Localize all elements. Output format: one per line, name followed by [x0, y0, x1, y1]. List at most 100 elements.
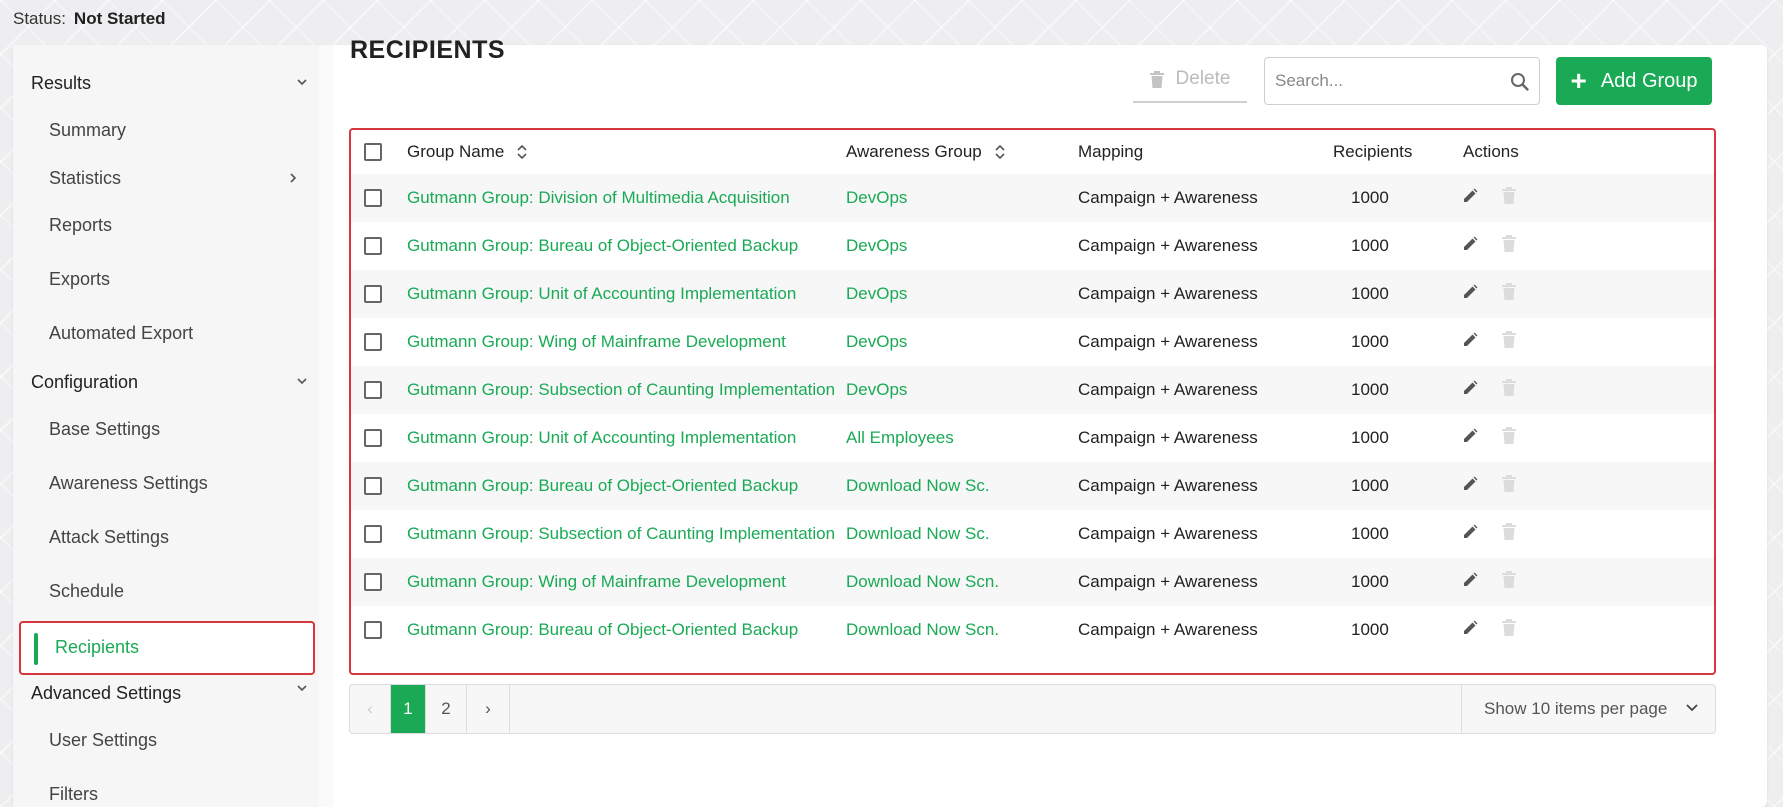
- sidebar-item-reports[interactable]: Reports: [49, 203, 299, 247]
- edit-icon[interactable]: [1462, 236, 1478, 252]
- search-box[interactable]: [1264, 57, 1540, 105]
- chevron-right-icon: [290, 173, 297, 183]
- edit-icon[interactable]: [1462, 476, 1478, 492]
- delete-row-icon[interactable]: [1502, 427, 1516, 444]
- table-row: Gutmann Group: Bureau of Object-Oriented…: [351, 222, 1714, 270]
- edit-icon[interactable]: [1462, 524, 1478, 540]
- delete-button[interactable]: Delete: [1133, 57, 1247, 103]
- select-all-checkbox[interactable]: [364, 143, 382, 161]
- recipients-count: 1000: [1351, 428, 1389, 447]
- search-input[interactable]: [1275, 58, 1505, 104]
- sidebar-item-label: Schedule: [49, 580, 125, 601]
- column-awareness-group: Awareness Group: [846, 142, 1006, 162]
- group-name-link[interactable]: Gutmann Group: Bureau of Object-Oriented…: [407, 236, 798, 256]
- awareness-group-link[interactable]: Download Now Scn.: [846, 620, 999, 640]
- sort-icon[interactable]: [516, 143, 528, 161]
- search-icon[interactable]: [1510, 72, 1529, 91]
- delete-row-icon[interactable]: [1502, 187, 1516, 204]
- next-page-button[interactable]: ›: [467, 685, 510, 733]
- sidebar-item-filters[interactable]: Filters: [49, 772, 299, 807]
- sidebar-item-attack-settings[interactable]: Attack Settings: [49, 515, 299, 559]
- edit-icon[interactable]: [1462, 428, 1478, 444]
- sidebar-item-recipients[interactable]: Recipients: [19, 621, 315, 675]
- group-name-link[interactable]: Gutmann Group: Division of Multimedia Ac…: [407, 188, 790, 208]
- edit-icon[interactable]: [1462, 332, 1478, 348]
- mapping-value: Campaign + Awareness: [1078, 524, 1258, 543]
- sidebar-section-label: Advanced Settings: [31, 682, 182, 703]
- page-2-button[interactable]: 2: [426, 685, 467, 733]
- row-checkbox[interactable]: [364, 333, 382, 351]
- edit-icon[interactable]: [1462, 620, 1478, 636]
- recipients-table: Group Name Awareness Group Mapping Recip…: [349, 128, 1716, 675]
- row-checkbox[interactable]: [364, 189, 382, 207]
- page-title: RECIPIENTS: [350, 36, 506, 64]
- awareness-group-link[interactable]: DevOps: [846, 332, 907, 352]
- items-per-page-label: Show 10 items per page: [1484, 699, 1668, 718]
- group-name-link[interactable]: Gutmann Group: Bureau of Object-Oriented…: [407, 476, 798, 496]
- sidebar-section-results[interactable]: Results: [31, 61, 319, 105]
- sidebar-item-summary[interactable]: Summary: [49, 108, 299, 152]
- row-checkbox[interactable]: [364, 621, 382, 639]
- chevron-down-icon: [297, 685, 307, 692]
- delete-row-icon[interactable]: [1502, 235, 1516, 252]
- add-group-button[interactable]: + Add Group: [1556, 57, 1712, 105]
- awareness-group-link[interactable]: All Employees: [846, 428, 954, 448]
- delete-row-icon[interactable]: [1502, 523, 1516, 540]
- group-name-link[interactable]: Gutmann Group: Bureau of Object-Oriented…: [407, 620, 798, 640]
- edit-icon[interactable]: [1462, 380, 1478, 396]
- row-checkbox[interactable]: [364, 285, 382, 303]
- recipients-count: 1000: [1351, 236, 1389, 255]
- sidebar-item-awareness-settings[interactable]: Awareness Settings: [49, 461, 299, 505]
- awareness-group-link[interactable]: Download Now Scn.: [846, 572, 999, 592]
- recipients-count: 1000: [1351, 476, 1389, 495]
- group-name-link[interactable]: Gutmann Group: Wing of Mainframe Develop…: [407, 572, 786, 592]
- sidebar-item-label: Exports: [49, 268, 111, 289]
- group-name-link[interactable]: Gutmann Group: Unit of Accounting Implem…: [407, 284, 796, 304]
- edit-icon[interactable]: [1462, 188, 1478, 204]
- awareness-group-link[interactable]: DevOps: [846, 236, 907, 256]
- mapping-value: Campaign + Awareness: [1078, 476, 1258, 495]
- delete-row-icon[interactable]: [1502, 379, 1516, 396]
- status-label: Status:: [13, 9, 66, 28]
- sidebar-section-advanced-settings[interactable]: Advanced Settings: [31, 671, 319, 715]
- delete-row-icon[interactable]: [1502, 475, 1516, 492]
- group-name-link[interactable]: Gutmann Group: Subsection of Caunting Im…: [407, 380, 835, 400]
- sidebar-item-schedule[interactable]: Schedule: [49, 569, 299, 613]
- row-checkbox[interactable]: [364, 237, 382, 255]
- row-checkbox[interactable]: [364, 573, 382, 591]
- group-name-link[interactable]: Gutmann Group: Unit of Accounting Implem…: [407, 428, 796, 448]
- awareness-group-link[interactable]: DevOps: [846, 284, 907, 304]
- sidebar-item-exports[interactable]: Exports: [49, 257, 299, 301]
- awareness-group-link[interactable]: DevOps: [846, 380, 907, 400]
- group-name-link[interactable]: Gutmann Group: Subsection of Caunting Im…: [407, 524, 835, 544]
- awareness-group-link[interactable]: Download Now Sc.: [846, 476, 990, 496]
- mapping-value: Campaign + Awareness: [1078, 284, 1258, 303]
- delete-row-icon[interactable]: [1502, 619, 1516, 636]
- awareness-group-link[interactable]: DevOps: [846, 188, 907, 208]
- page-1-button[interactable]: 1: [391, 685, 426, 733]
- sidebar-section-configuration[interactable]: Configuration: [31, 360, 319, 404]
- row-checkbox[interactable]: [364, 381, 382, 399]
- awareness-group-link[interactable]: Download Now Sc.: [846, 524, 990, 544]
- delete-row-icon[interactable]: [1502, 571, 1516, 588]
- sidebar-item-base-settings[interactable]: Base Settings: [49, 407, 299, 451]
- sidebar-item-user-settings[interactable]: User Settings: [49, 718, 299, 762]
- row-checkbox[interactable]: [364, 429, 382, 447]
- sort-icon[interactable]: [994, 143, 1006, 161]
- prev-page-button[interactable]: ‹: [350, 685, 391, 733]
- group-name-link[interactable]: Gutmann Group: Wing of Mainframe Develop…: [407, 332, 786, 352]
- status-value: Not Started: [73, 9, 166, 28]
- sidebar-item-automated-export[interactable]: Automated Export: [49, 311, 299, 355]
- sidebar-item-statistics[interactable]: Statistics: [49, 156, 299, 200]
- row-checkbox[interactable]: [364, 525, 382, 543]
- recipients-count: 1000: [1351, 188, 1389, 207]
- row-checkbox[interactable]: [364, 477, 382, 495]
- pagination-bar: ‹ 1 2 › Show 10 items per page: [349, 684, 1716, 734]
- mapping-value: Campaign + Awareness: [1078, 188, 1258, 207]
- sidebar-item-label: User Settings: [49, 729, 158, 750]
- delete-row-icon[interactable]: [1502, 283, 1516, 300]
- items-per-page-select[interactable]: Show 10 items per page: [1461, 685, 1715, 733]
- delete-row-icon[interactable]: [1502, 331, 1516, 348]
- edit-icon[interactable]: [1462, 284, 1478, 300]
- edit-icon[interactable]: [1462, 572, 1478, 588]
